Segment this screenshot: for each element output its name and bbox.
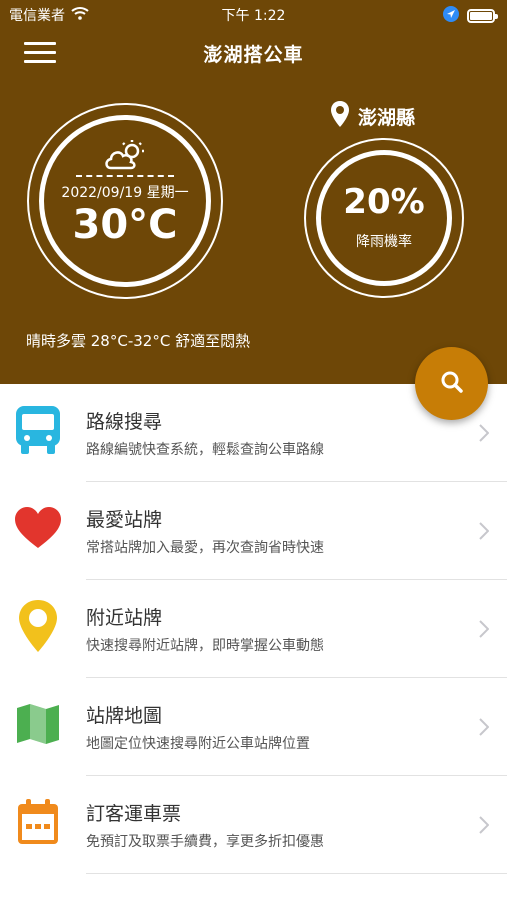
divider xyxy=(86,873,507,874)
status-bar: 電信業者 下午 1:22 xyxy=(0,0,507,30)
battery-icon xyxy=(467,9,498,23)
chevron-right-icon xyxy=(479,718,490,740)
menu-list: 路線搜尋 路線編號快查系統，輕鬆查詢公車路線 最愛站牌 常搭站牌加入最愛，再次查… xyxy=(0,384,507,874)
menu-item-title: 最愛站牌 xyxy=(86,509,163,531)
weather-description: 晴時多雲 28°C-32°C 舒適至悶熱 xyxy=(26,332,251,350)
calendar-icon xyxy=(14,796,62,848)
menu-item-subtitle: 快速搜尋附近站牌，即時掌握公車動態 xyxy=(86,638,324,654)
chevron-right-icon xyxy=(479,816,490,838)
chevron-right-icon xyxy=(479,620,490,642)
weather-circle: 2022/09/19 星期一 30°C xyxy=(27,103,223,299)
rain-circle: 20% 降雨機率 xyxy=(304,138,464,298)
location-label[interactable]: 澎湖縣 xyxy=(330,100,415,133)
menu-item-subtitle: 免預訂及取票手續費，享更多折扣優惠 xyxy=(86,834,324,850)
menu-item-subtitle: 地圖定位快速搜尋附近公車站牌位置 xyxy=(86,736,310,752)
weather-temperature: 30°C xyxy=(72,202,178,248)
menu-item-subtitle: 常搭站牌加入最愛，再次查詢省時快速 xyxy=(86,540,324,556)
map-icon xyxy=(14,698,62,750)
location-pin-icon xyxy=(330,100,350,133)
menu-item-subtitle: 路線編號快查系統，輕鬆查詢公車路線 xyxy=(86,442,324,458)
menu-item-title: 站牌地圖 xyxy=(86,705,163,727)
bus-icon xyxy=(14,404,62,456)
search-icon xyxy=(439,369,465,399)
dashed-divider xyxy=(76,175,174,177)
app-title: 澎湖搭公車 xyxy=(203,44,304,66)
search-button[interactable] xyxy=(415,347,488,420)
location-name: 澎湖縣 xyxy=(358,107,416,129)
rain-percentage: 20% xyxy=(343,182,425,222)
rain-label: 降雨機率 xyxy=(356,234,412,250)
menu-item-stop-map[interactable]: 站牌地圖 地圖定位快速搜尋附近公車站牌位置 xyxy=(0,678,507,776)
chevron-right-icon xyxy=(479,424,490,446)
menu-item-nearby-stops[interactable]: 附近站牌 快速搜尋附近站牌，即時掌握公車動態 xyxy=(0,580,507,678)
menu-item-favorite-stops[interactable]: 最愛站牌 常搭站牌加入最愛，再次查詢省時快速 xyxy=(0,482,507,580)
weather-circle-inner: 2022/09/19 星期一 30°C xyxy=(39,115,211,287)
weather-header: 澎湖搭公車 2022/09/19 星期一 30°C 澎湖縣 20% 降雨機率 晴… xyxy=(0,30,507,384)
rain-circle-inner: 20% 降雨機率 xyxy=(316,150,452,286)
chevron-right-icon xyxy=(479,522,490,544)
location-pin-icon xyxy=(14,600,62,652)
menu-item-title: 路線搜尋 xyxy=(86,411,163,433)
menu-item-title: 附近站牌 xyxy=(86,607,163,629)
partly-cloudy-icon xyxy=(44,138,206,176)
status-time: 下午 1:22 xyxy=(221,8,286,24)
menu-item-bus-tickets[interactable]: 訂客運車票 免預訂及取票手續費，享更多折扣優惠 xyxy=(0,776,507,874)
heart-icon xyxy=(14,502,62,554)
menu-item-title: 訂客運車票 xyxy=(86,803,182,825)
weather-date: 2022/09/19 星期一 xyxy=(61,185,189,201)
location-arrow-icon xyxy=(443,6,459,26)
status-right xyxy=(443,6,498,26)
